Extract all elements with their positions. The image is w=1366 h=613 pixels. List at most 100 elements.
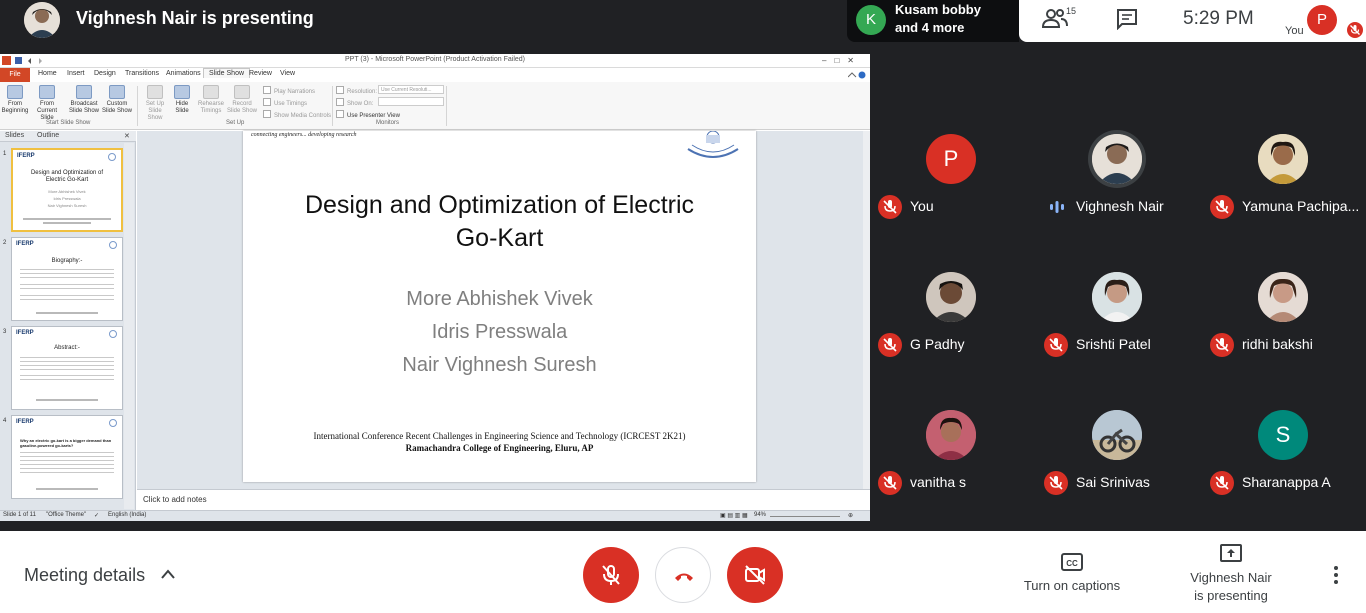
notes-pane[interactable]: Click to add notes [137,489,870,510]
timer-icon [203,85,219,99]
person-silhouette-icon [24,2,60,38]
fit-slide-icon[interactable]: ⊕ [848,512,853,519]
people-icon [1041,9,1068,28]
participant-name: You [910,198,934,214]
participant-tile[interactable]: G Padhy [870,260,1030,380]
slide-thumbnail[interactable]: IFERP Biography:- [11,237,123,321]
thumb-text-line [20,379,114,380]
tab-outline[interactable]: Outline [37,132,59,139]
play-narrations-checkbox[interactable]: Play Narrations [263,86,315,95]
seal-icon [109,419,117,427]
meeting-details-button[interactable]: Meeting details [24,565,145,586]
participant-tile[interactable]: Yamuna Pachipa... [1202,122,1362,242]
thumb-text-line [20,284,114,285]
participant-tile[interactable]: ridhi bakshi [1202,260,1362,380]
tab-animations[interactable]: Animations [166,70,201,77]
thumb-footer [43,222,91,224]
rehearse-timings-button[interactable]: Rehearse Timings [196,85,226,115]
meet-window: Vighnesh Nair is presenting K Kusam bobb… [0,0,1366,613]
thumb-logo: IFERP [16,241,34,247]
captions-button[interactable]: CC Turn on captions [1013,553,1131,603]
more-options-icon[interactable] [1326,565,1346,585]
close-pane-icon[interactable]: ✕ [124,132,130,140]
participant-tile[interactable]: Sai Srinivas [1036,398,1196,518]
slide-thumbnail[interactable]: IFERP Why an electric go-kart is a bigge… [11,415,123,499]
participant-tile[interactable]: vanitha s [870,398,1030,518]
tab-review[interactable]: Review [249,70,272,77]
self-label: You [1285,25,1304,37]
participant-tile[interactable]: P You [870,122,1030,242]
view-buttons-icon[interactable]: ▣ ▤ ▥ ▦ [720,512,748,519]
custom-slide-show-button[interactable]: Custom Slide Show [100,85,134,115]
participant-name: ridhi bakshi [1242,336,1313,352]
other-participants-pill[interactable]: K Kusam bobby and 4 more [847,0,1019,42]
slide-thumbnail[interactable]: IFERP Abstract:- [11,326,123,410]
window-controls-icon[interactable]: –□✕ [822,56,862,65]
chat-button[interactable] [1116,8,1140,32]
tab-transitions[interactable]: Transitions [125,70,159,77]
record-slide-show-button[interactable]: Record Slide Show [226,85,258,115]
ppt-ribbon-tabs: File Home Insert Design Transitions Anim… [0,68,870,82]
presenter-view-checkbox[interactable]: Use Presenter View [336,110,400,119]
thumb-title: Design and Optimization of Electric Go-K… [30,170,104,183]
pane-tabs: Slides Outline ✕ [0,131,136,142]
show-on-select[interactable] [378,97,444,106]
microphone-toggle-button[interactable] [583,547,639,603]
participant-name: vanitha s [910,474,967,490]
zoom-level: 94% [754,512,767,518]
mic-off-icon [878,195,902,219]
set-up-slide-show-button[interactable]: Set Up Slide Show [140,85,170,122]
zoom-slider[interactable] [770,516,840,517]
resolution-select[interactable]: Use Current Resoluti... [378,85,444,94]
chat-icon [1117,9,1137,31]
help-icon[interactable] [848,71,866,79]
person-photo-icon [1258,134,1308,184]
slide-editing-area: connecting engineers... developing resea… [137,131,863,489]
tab-home[interactable]: Home [38,70,57,77]
tab-insert[interactable]: Insert [67,70,85,77]
participant-avatar [1092,272,1142,322]
present-screen-icon [1220,544,1242,562]
others-name-line2: and 4 more [895,20,965,35]
chevron-up-icon[interactable] [160,568,176,580]
slide-thumbnail[interactable]: IFERP Design and Optimization of Electri… [11,148,123,232]
slide-scrollbar[interactable] [863,131,870,489]
participant-name: Sai Srinivas [1076,474,1150,490]
mic-off-icon [1044,471,1068,495]
from-current-slide-button[interactable]: From Current Slide [30,85,64,122]
presenting-status-button[interactable]: Vighnesh Nair is presenting [1170,543,1292,605]
from-beginning-button[interactable]: From Beginning [1,85,29,115]
file-tab[interactable]: File [0,68,30,82]
mic-off-icon [602,565,620,585]
thumb-number: 4 [3,418,7,424]
participant-tile[interactable]: Srishti Patel [1036,260,1196,380]
show-media-controls-checkbox[interactable]: Show Media Controls [263,110,331,119]
thumb-text-line [20,295,114,296]
participant-tile[interactable]: Vighnesh Nair [1036,122,1196,242]
notes-placeholder: Click to add notes [143,495,207,504]
tab-view[interactable]: View [280,70,295,77]
leave-call-button[interactable] [655,547,711,603]
seal-icon [109,241,117,249]
participant-avatar [1092,410,1142,460]
top-bar: Vighnesh Nair is presenting K Kusam bobb… [0,0,1366,42]
ppt-status-bar: Slide 1 of 11 "Office Theme" ✓ English (… [0,510,870,521]
broadcast-button[interactable]: Broadcast Slide Show [68,85,100,115]
camera-toggle-button[interactable] [727,547,783,603]
thumb-text-line [20,357,114,358]
clock: 5:29 PM [1183,8,1254,29]
college-name: Ramachandra College of Engineering, Elur… [405,443,594,453]
tab-slides[interactable]: Slides [5,132,24,139]
current-slide[interactable]: connecting engineers... developing resea… [243,131,756,482]
hide-slide-button[interactable]: Hide Slide [171,85,193,115]
tab-design[interactable]: Design [94,70,116,77]
resolution-label: Resolution: [336,86,377,95]
slide-title: Design and Optimization of Electric Go-K… [243,189,756,255]
thumbnail-scrollbar[interactable] [124,143,134,509]
participant-tile[interactable]: S Sharanappa A [1202,398,1362,518]
thumb-text-line [20,365,114,366]
slide-author: Idris Presswala [431,321,568,343]
tab-slide-show[interactable]: Slide Show [203,68,251,78]
use-timings-checkbox[interactable]: Use Timings [263,98,307,107]
bike-photo-icon [1092,410,1142,460]
